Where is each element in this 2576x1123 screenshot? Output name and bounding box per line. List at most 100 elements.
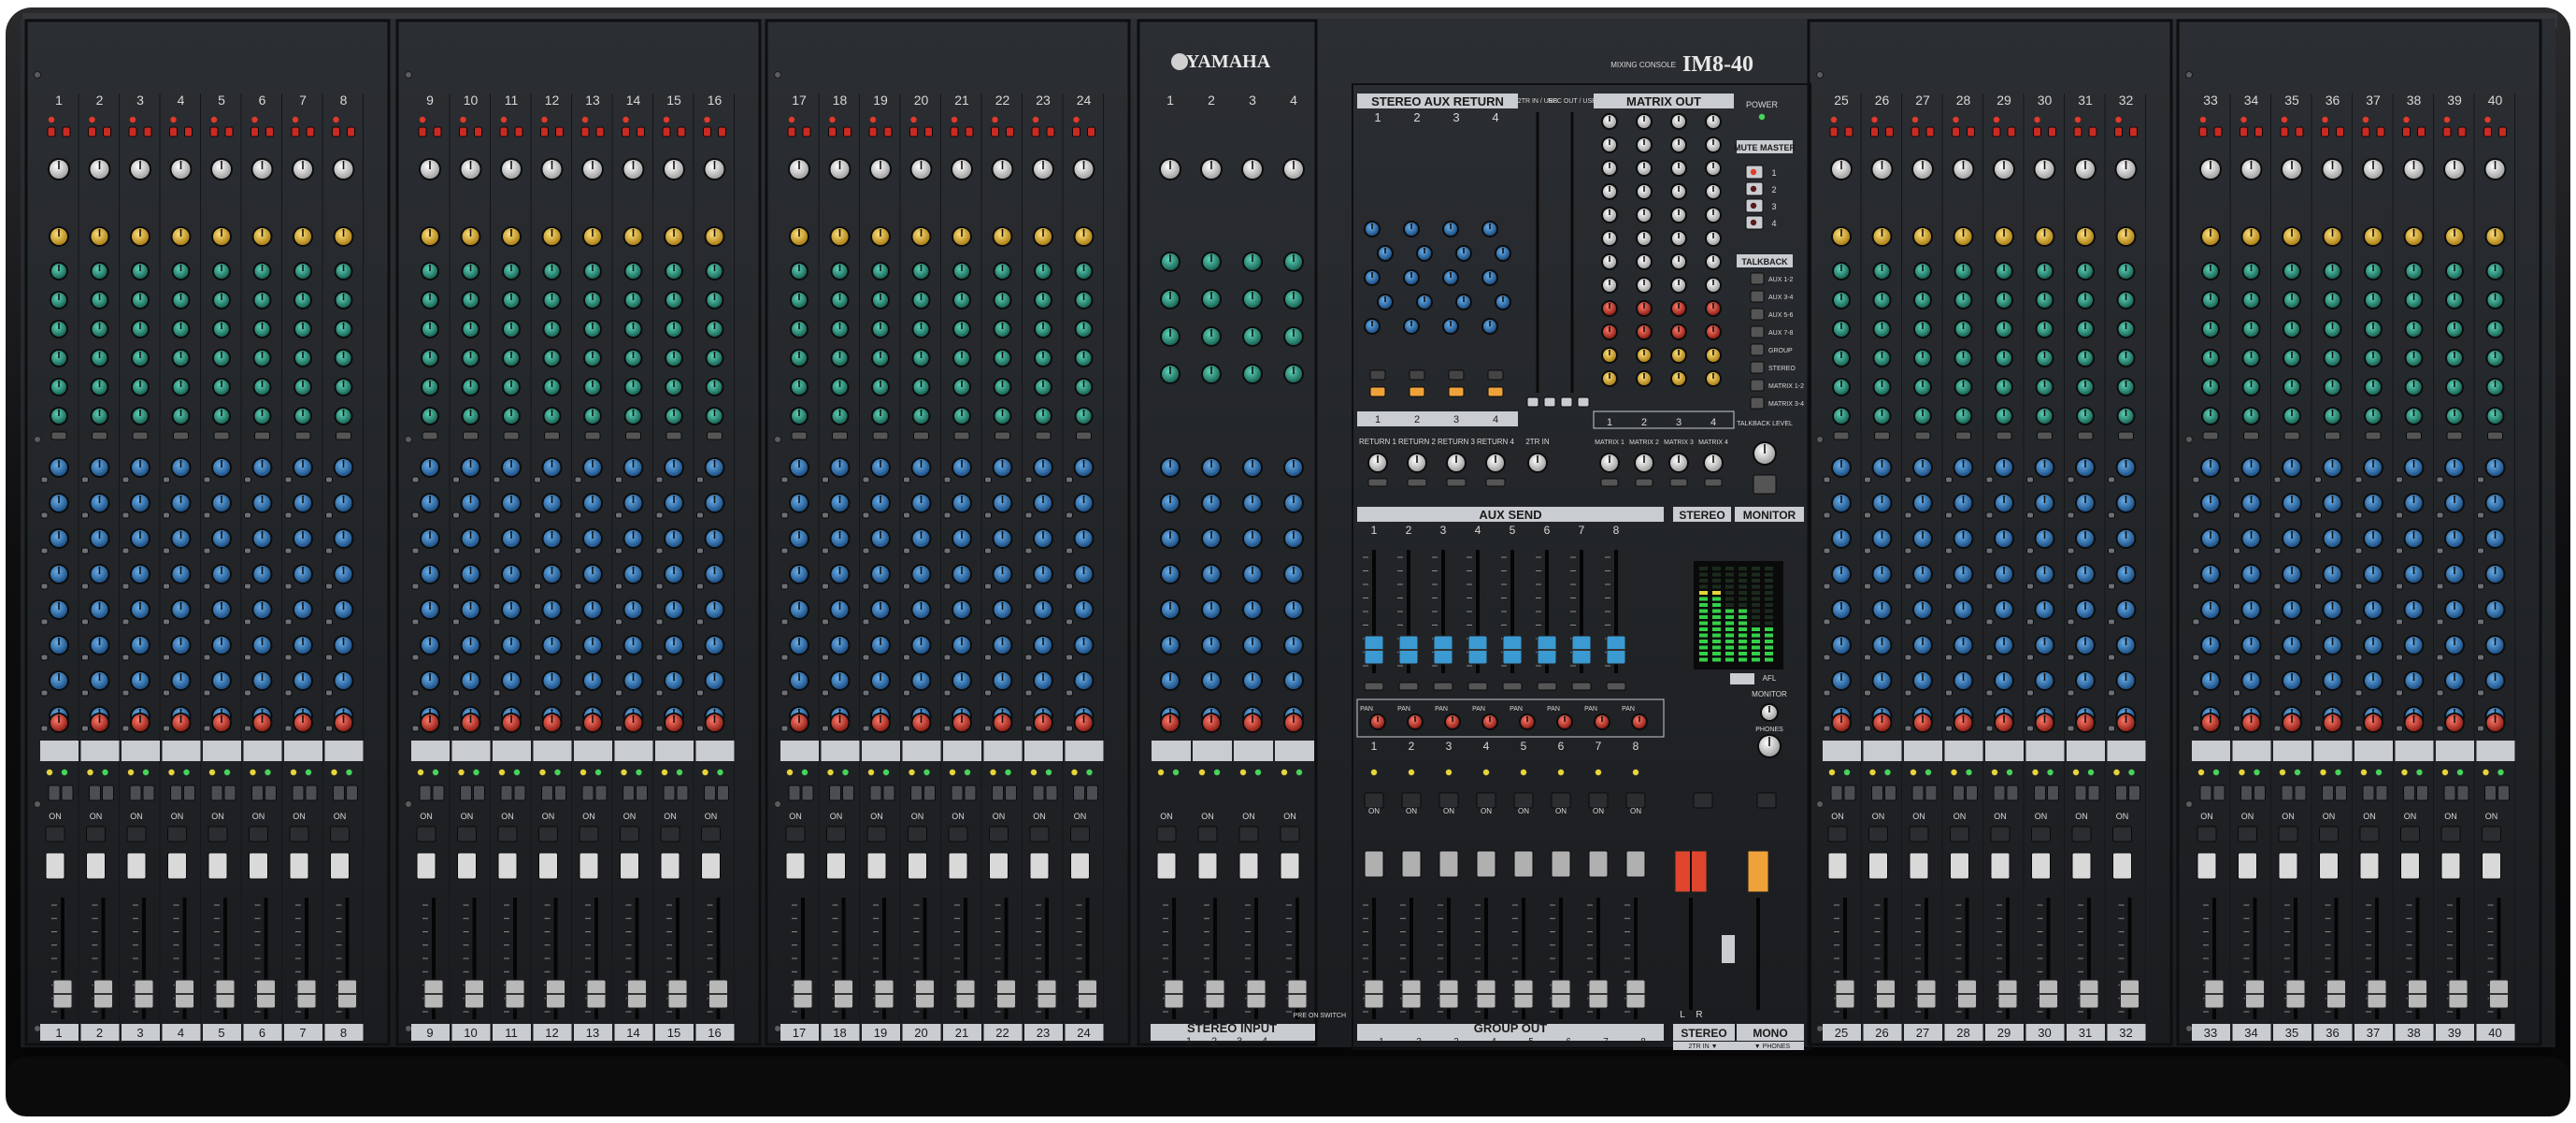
aux-send-knob[interactable] <box>952 670 972 691</box>
aux-send-knob[interactable] <box>541 635 563 655</box>
eq-knob[interactable] <box>871 349 890 367</box>
channel-on-button[interactable] <box>2031 826 2051 842</box>
aux-pre-button[interactable] <box>2108 654 2115 661</box>
eq-knob[interactable] <box>334 291 353 310</box>
eq-knob[interactable] <box>131 349 150 367</box>
aux-return-assign-button[interactable] <box>1369 369 1386 381</box>
aux-send-knob[interactable] <box>293 457 313 478</box>
group-assign-button[interactable] <box>2322 785 2334 801</box>
eq-on-button[interactable] <box>294 431 311 440</box>
eq-on-button[interactable] <box>872 431 889 440</box>
aux-send-knob[interactable] <box>1871 564 1893 584</box>
aux-return-send-knob[interactable] <box>1364 269 1381 286</box>
eq-knob[interactable] <box>542 378 562 396</box>
aux-pre-button[interactable] <box>325 618 333 626</box>
aux-pre-button[interactable] <box>2273 725 2282 732</box>
eq-knob[interactable] <box>252 349 272 367</box>
eq-on-button[interactable] <box>336 431 351 440</box>
gain-knob[interactable] <box>292 158 314 180</box>
aux-pre-button[interactable] <box>696 511 704 519</box>
eq-knob[interactable] <box>2035 291 2054 310</box>
eq-knob[interactable] <box>542 262 562 281</box>
aux-send-knob[interactable] <box>870 564 891 584</box>
aux-pre-button[interactable] <box>2273 511 2282 519</box>
aux-pre-button[interactable] <box>325 654 333 661</box>
eq-knob[interactable] <box>993 291 1012 310</box>
group-assign-button[interactable] <box>1993 785 2006 801</box>
phantom-power-button[interactable] <box>703 126 711 137</box>
aux-send-knob[interactable] <box>2075 493 2096 513</box>
eq-knob[interactable] <box>421 349 439 367</box>
aux-pre-button[interactable] <box>325 689 333 697</box>
channel-on-button[interactable] <box>2482 826 2501 842</box>
eq-knob[interactable] <box>2283 407 2301 425</box>
aux-send-knob[interactable] <box>2322 599 2343 620</box>
eq-knob[interactable] <box>1034 349 1052 367</box>
channel-on-button[interactable] <box>1156 826 1177 842</box>
aux-send-knob[interactable] <box>1242 670 1263 691</box>
hpf-knob[interactable] <box>1831 226 1852 247</box>
aux-send-knob[interactable] <box>664 493 684 513</box>
phantom-power-button[interactable] <box>787 126 796 137</box>
phantom-power-button[interactable] <box>1911 126 1920 137</box>
aux-pre-button[interactable] <box>2233 618 2240 626</box>
group-assign-button[interactable] <box>2281 785 2294 801</box>
channel-on-button[interactable] <box>1990 826 2011 842</box>
balance-knob[interactable] <box>1201 713 1222 733</box>
eq-knob[interactable] <box>2445 262 2464 281</box>
pad-button[interactable] <box>514 126 523 137</box>
aux-send-knob[interactable] <box>2363 599 2383 620</box>
matrix-source-knob[interactable] <box>1670 160 1687 177</box>
eq-knob[interactable] <box>1953 320 1973 338</box>
matrix-source-knob[interactable] <box>1705 277 1722 294</box>
eq-knob[interactable] <box>2116 320 2136 338</box>
group-assign-button[interactable] <box>1005 785 1017 801</box>
eq-knob[interactable] <box>293 378 312 396</box>
eq-knob[interactable] <box>1913 320 1932 338</box>
eq-knob[interactable] <box>293 349 312 367</box>
hpf-knob[interactable] <box>2200 226 2221 247</box>
gain-knob[interactable] <box>1952 158 1975 180</box>
group-assign-button[interactable] <box>717 785 729 801</box>
aux-send-knob[interactable] <box>251 564 273 584</box>
aux-pre-button[interactable] <box>2314 689 2322 697</box>
aux-pre-button[interactable] <box>2477 511 2484 519</box>
group-assign-button[interactable] <box>265 785 277 801</box>
aux-pre-button[interactable] <box>2396 583 2403 590</box>
aux-send-knob[interactable] <box>952 599 972 620</box>
aux-send-knob[interactable] <box>293 599 313 620</box>
group-assign-button[interactable] <box>2294 785 2307 801</box>
matrix-source-knob[interactable] <box>1670 300 1687 317</box>
eq-knob[interactable] <box>790 349 809 367</box>
aux-send-knob[interactable] <box>460 599 481 620</box>
aux-pre-button[interactable] <box>284 547 293 554</box>
aux-send-knob[interactable] <box>1160 670 1181 691</box>
eq-knob[interactable] <box>1242 289 1263 310</box>
eq-on-button[interactable] <box>2406 431 2422 440</box>
aux-pre-button[interactable] <box>903 689 910 697</box>
aux-send-knob[interactable] <box>1033 599 1053 620</box>
pad-button[interactable] <box>2007 126 2016 137</box>
aux-pre-button[interactable] <box>2233 689 2240 697</box>
hpf-knob[interactable] <box>992 226 1013 247</box>
aux-pre-button[interactable] <box>984 618 992 626</box>
eq-knob[interactable] <box>2323 262 2342 281</box>
aux-send-knob[interactable] <box>870 635 891 655</box>
pad-button[interactable] <box>637 126 645 137</box>
channel-on-button[interactable] <box>1029 826 1050 842</box>
group-assign-button[interactable] <box>623 785 635 801</box>
aux-send-knob[interactable] <box>2282 670 2302 691</box>
aux-send-knob[interactable] <box>501 457 522 478</box>
aux-send-knob[interactable] <box>293 635 313 655</box>
eq-knob[interactable] <box>131 320 150 338</box>
eq-knob[interactable] <box>1953 349 1973 367</box>
aux-pre-button[interactable] <box>780 583 789 590</box>
matrix-source-knob[interactable] <box>1705 160 1722 177</box>
hpf-knob[interactable] <box>2444 226 2465 247</box>
eq-knob[interactable] <box>542 320 562 338</box>
aux-pre-button[interactable] <box>655 618 664 626</box>
aux-pre-button[interactable] <box>2436 476 2444 483</box>
aux-pre-button[interactable] <box>244 511 251 519</box>
eq-knob[interactable] <box>212 291 231 310</box>
gain-knob[interactable] <box>1870 158 1894 180</box>
